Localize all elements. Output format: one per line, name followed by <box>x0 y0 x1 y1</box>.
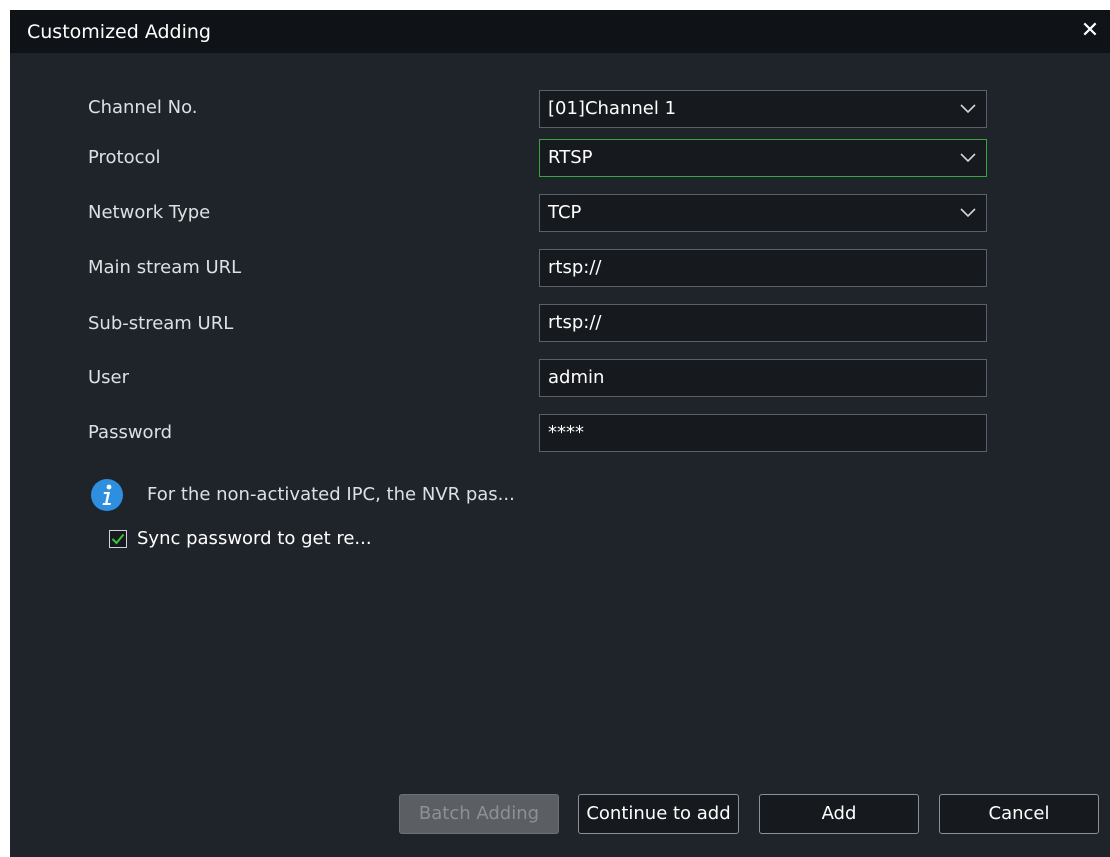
channel-no-select[interactable]: [01]Channel 1 <box>539 90 987 128</box>
password-value: **** <box>548 422 584 443</box>
password-label: Password <box>88 422 173 443</box>
main-stream-url-value: rtsp:// <box>548 257 602 278</box>
main-stream-url-input[interactable]: rtsp:// <box>539 249 987 287</box>
cancel-button[interactable]: Cancel <box>939 794 1099 834</box>
close-icon[interactable]: ✕ <box>1078 17 1102 45</box>
chevron-down-icon <box>960 153 976 163</box>
add-button[interactable]: Add <box>759 794 919 834</box>
chevron-down-icon <box>960 208 976 218</box>
chevron-down-icon <box>960 104 976 114</box>
sync-password-checkbox[interactable] <box>109 530 127 548</box>
channel-no-value: [01]Channel 1 <box>548 98 677 119</box>
protocol-label: Protocol <box>88 147 161 168</box>
info-icon <box>91 479 123 511</box>
user-input[interactable]: admin <box>539 359 987 397</box>
customized-adding-dialog: Customized Adding ✕ Channel No. [01]Chan… <box>10 10 1110 857</box>
sync-password-label[interactable]: Sync password to get re... <box>137 528 372 550</box>
user-value: admin <box>548 367 605 388</box>
batch-adding-button[interactable]: Batch Adding <box>399 794 559 834</box>
password-input[interactable]: **** <box>539 414 987 452</box>
sub-stream-url-value: rtsp:// <box>548 312 602 333</box>
user-label: User <box>88 367 130 388</box>
sub-stream-url-input[interactable]: rtsp:// <box>539 304 987 342</box>
dialog-title: Customized Adding <box>27 21 211 43</box>
protocol-select[interactable]: RTSP <box>539 139 987 177</box>
dialog-titlebar: Customized Adding ✕ <box>10 10 1110 53</box>
checkmark-icon <box>111 533 125 545</box>
info-message: For the non-activated IPC, the NVR pas..… <box>147 484 515 505</box>
main-stream-url-label: Main stream URL <box>88 257 242 278</box>
continue-to-add-button[interactable]: Continue to add <box>578 794 739 834</box>
sub-stream-url-label: Sub-stream URL <box>88 313 234 334</box>
network-type-select[interactable]: TCP <box>539 194 987 232</box>
protocol-value: RTSP <box>548 147 593 168</box>
channel-no-label: Channel No. <box>88 97 198 118</box>
network-type-value: TCP <box>548 202 582 223</box>
network-type-label: Network Type <box>88 202 211 223</box>
